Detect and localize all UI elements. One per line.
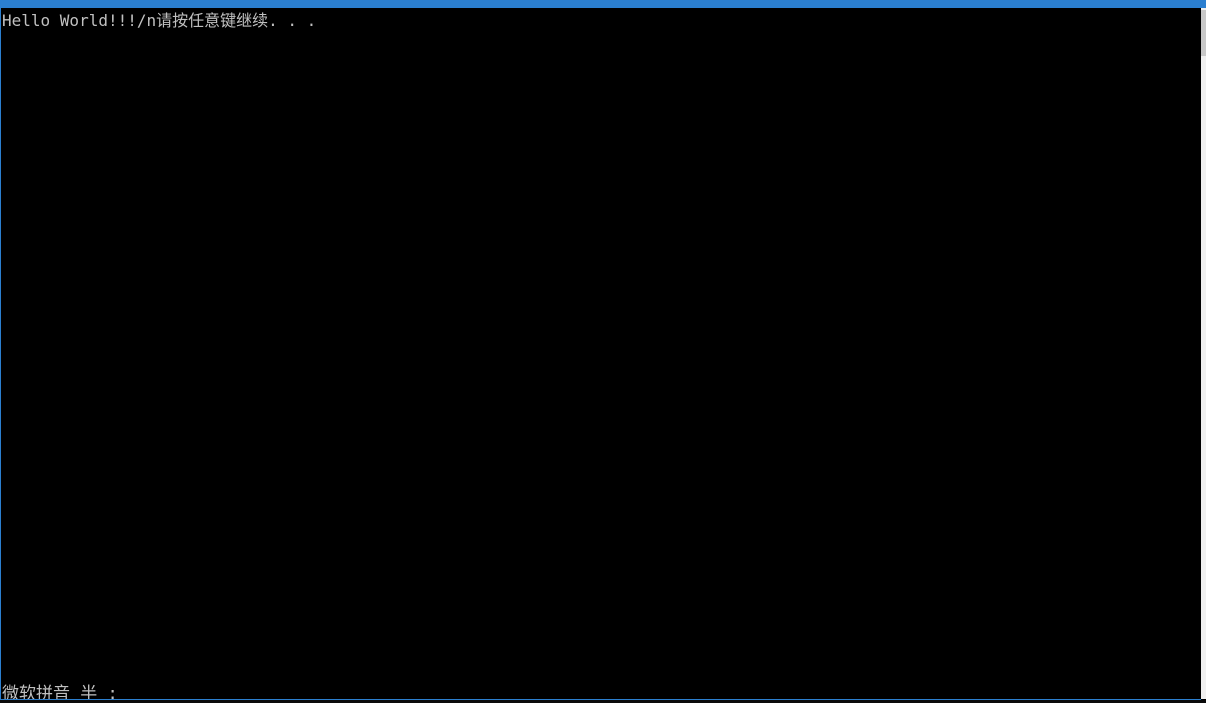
title-bar-strip[interactable]: [0, 0, 1206, 8]
vertical-scrollbar[interactable]: [1201, 8, 1206, 699]
ime-status-bar: 微软拼音 半 :: [2, 684, 118, 699]
console-area[interactable]: Hello World!!!/n请按任意键继续. . . 微软拼音 半 :: [1, 8, 1201, 699]
console-output-line: Hello World!!!/n请按任意键继续. . .: [2, 11, 317, 30]
console-window: Hello World!!!/n请按任意键继续. . . 微软拼音 半 :: [0, 0, 1206, 703]
scrollbar-thumb[interactable]: [1201, 10, 1206, 56]
